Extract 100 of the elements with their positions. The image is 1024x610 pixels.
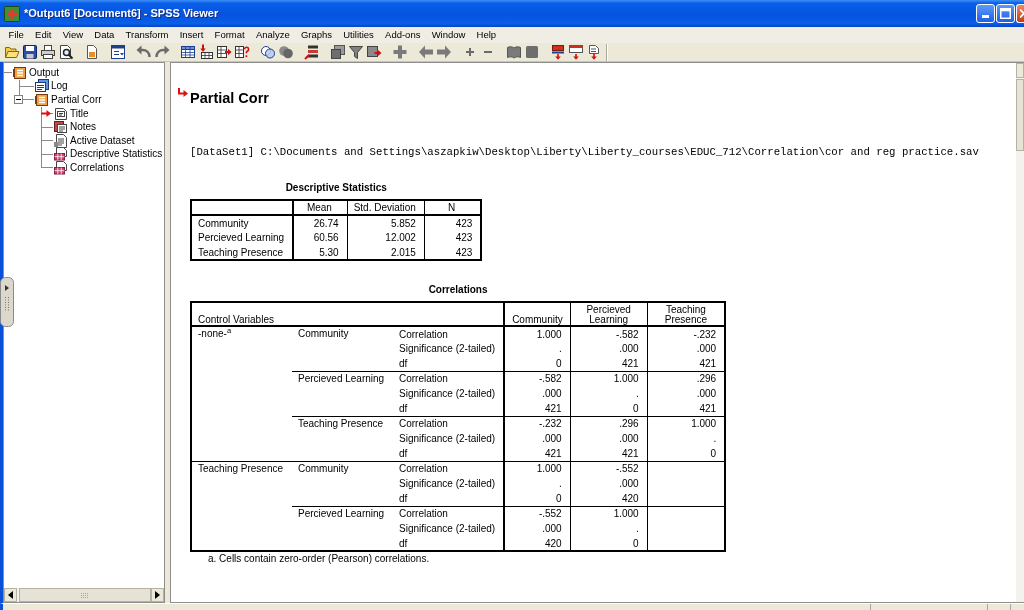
menu-item[interactable]: View xyxy=(57,27,89,43)
scrollbar-thumb[interactable] xyxy=(19,588,151,602)
menu-item[interactable]: Window xyxy=(426,27,471,43)
corner-label: Control Variables xyxy=(191,302,505,326)
menu-item[interactable]: Help xyxy=(471,27,502,43)
tree-item[interactable]: Partial Corr xyxy=(50,94,103,106)
menu-item[interactable]: Insert xyxy=(174,27,209,43)
save-icon[interactable] xyxy=(22,44,38,60)
undo-icon[interactable] xyxy=(136,44,152,60)
menu-item[interactable]: File xyxy=(3,27,30,43)
table-cell: 0 xyxy=(647,446,726,461)
table-cell: . xyxy=(647,431,726,446)
stacked-bars-icon[interactable] xyxy=(304,44,320,60)
notes-icon xyxy=(53,120,68,135)
collapse-icon[interactable] xyxy=(14,95,23,105)
left-arrow-icon xyxy=(8,591,13,599)
grid-arrow-icon[interactable] xyxy=(198,44,214,60)
minimize-button[interactable] xyxy=(976,4,995,23)
page-arrow-icon[interactable] xyxy=(586,44,602,60)
card-arrow-icon[interactable] xyxy=(366,44,382,60)
menu-item[interactable]: Add-ons xyxy=(379,27,427,43)
table-cell: .000 xyxy=(570,476,648,491)
tree-item[interactable]: Correlations xyxy=(69,161,125,174)
tree-item[interactable]: Output xyxy=(28,66,61,79)
menu-item[interactable]: Format xyxy=(209,27,251,43)
table-cell: 2.015 xyxy=(347,245,425,260)
row-header: Teaching Presence xyxy=(191,245,294,260)
vertical-scrollbar[interactable] xyxy=(1016,63,1024,602)
splitter-handle-icon[interactable] xyxy=(0,277,14,327)
table-cell: . xyxy=(570,386,648,401)
table-cell: 60.56 xyxy=(293,230,348,245)
row-header: df xyxy=(393,446,505,461)
tree-item[interactable]: Active Dataset xyxy=(69,134,136,147)
table-cell: 0 xyxy=(570,401,648,416)
close-button[interactable] xyxy=(1016,4,1024,23)
table-cell: 421 xyxy=(647,356,726,371)
right-arrow-icon xyxy=(155,591,160,599)
row-header: Percieved Learning xyxy=(292,506,393,551)
window-arrow-icon[interactable] xyxy=(550,44,566,60)
overlapping-circles-icon[interactable] xyxy=(278,44,294,60)
table-cell: 12.002 xyxy=(347,230,425,245)
row-header: Community xyxy=(292,461,393,506)
left-arrow-icon[interactable] xyxy=(418,44,434,60)
window-title: *Output6 [Document6] - SPSS Viewer xyxy=(24,6,219,21)
maximize-button[interactable] xyxy=(996,4,1015,23)
table-cell: -.232 xyxy=(647,326,726,341)
table-cell: -.552 xyxy=(570,461,648,476)
grid-icon[interactable] xyxy=(180,44,196,60)
menu-item[interactable]: Utilities xyxy=(337,27,380,43)
table-cell: -.232 xyxy=(504,416,571,431)
row-header: Significance (2-tailed) xyxy=(393,476,505,491)
grip-icon xyxy=(81,592,89,598)
print-icon[interactable] xyxy=(40,44,56,60)
menu-item[interactable]: Transform xyxy=(119,27,175,43)
horizontal-scrollbar[interactable] xyxy=(4,588,164,602)
cross-icon[interactable] xyxy=(392,44,408,60)
menu-item[interactable]: Analyze xyxy=(250,27,296,43)
file-path-text: [DataSet1] C:\Documents and Settings\aszapkiw\Desktop\Liberty\Liberty_courses\EDUC_712\Correlation\cor and reg practice.sav xyxy=(190,146,980,159)
row-header: Significance (2-tailed) xyxy=(393,431,505,446)
menu-item[interactable]: Data xyxy=(88,27,120,43)
column-header: Mean xyxy=(293,200,348,215)
table-cell: 0 xyxy=(504,491,571,506)
grid-arrow-icon[interactable] xyxy=(216,44,232,60)
stacked-cards-icon[interactable] xyxy=(330,44,346,60)
table-cell: 5.30 xyxy=(293,245,348,260)
window-arrow-icon[interactable] xyxy=(568,44,584,60)
table-cell: 423 xyxy=(424,245,482,260)
tree-item[interactable]: Descriptive Statistics xyxy=(69,148,164,161)
table-page-icon xyxy=(53,147,68,162)
grid-question-icon[interactable] xyxy=(234,44,250,60)
square-icon[interactable] xyxy=(524,44,540,60)
table-cell: -.582 xyxy=(504,371,571,386)
row-header: Significance (2-tailed) xyxy=(393,386,505,401)
right-arrow-icon[interactable] xyxy=(436,44,452,60)
column-header: Percieved Learning xyxy=(570,302,648,326)
overlapping-circles-icon[interactable] xyxy=(260,44,276,60)
row-header: df xyxy=(393,536,505,551)
table-cell: -.552 xyxy=(504,506,571,521)
tree-item[interactable]: Notes xyxy=(69,121,98,134)
scroll-left-button[interactable] xyxy=(4,588,17,602)
row-header: Significance (2-tailed) xyxy=(393,521,505,536)
table-cell: 26.74 xyxy=(293,215,348,230)
tree-item[interactable]: Log xyxy=(50,80,69,93)
menu-item[interactable]: Edit xyxy=(29,27,58,43)
print-preview-icon[interactable] xyxy=(58,44,74,60)
scrollbar-thumb[interactable] xyxy=(1016,79,1024,151)
open-book-icon[interactable] xyxy=(506,44,522,60)
row-header: Teaching Presence xyxy=(292,416,393,461)
scroll-right-button[interactable] xyxy=(151,588,164,602)
dialog-icon[interactable] xyxy=(110,44,126,60)
report-title: Partial Corr xyxy=(190,90,269,107)
text-page-icon xyxy=(53,133,68,148)
export-icon[interactable] xyxy=(84,44,100,60)
table-cell: .000 xyxy=(570,431,648,446)
redo-icon[interactable] xyxy=(154,44,170,60)
open-folder-icon[interactable] xyxy=(4,44,20,60)
tree-item[interactable]: Title xyxy=(69,107,90,120)
table-cell: .000 xyxy=(570,341,648,356)
table-cell: 423 xyxy=(424,215,482,230)
menu-item[interactable]: Graphs xyxy=(295,27,338,43)
